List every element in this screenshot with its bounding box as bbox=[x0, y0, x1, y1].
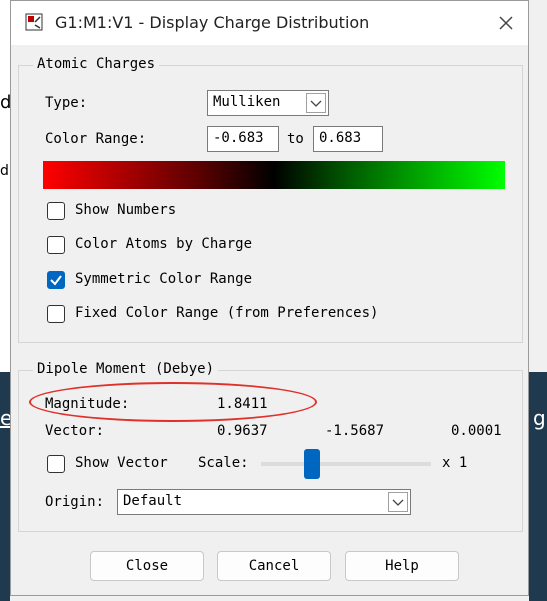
origin-label: Origin: bbox=[45, 494, 105, 510]
type-dropdown[interactable]: Mulliken bbox=[207, 90, 329, 116]
app-icon bbox=[25, 13, 43, 31]
display-charge-dialog: G1:M1:V1 - Display Charge Distribution A… bbox=[10, 0, 529, 596]
color-atoms-by-charge-label: Color Atoms by Charge bbox=[75, 236, 253, 252]
vector-label: Vector: bbox=[45, 423, 105, 439]
symmetric-color-range-label: Symmetric Color Range bbox=[75, 271, 253, 287]
origin-dropdown[interactable]: Default bbox=[117, 489, 411, 515]
cancel-button[interactable]: Cancel bbox=[217, 551, 331, 581]
show-numbers-checkbox[interactable] bbox=[47, 202, 65, 220]
scale-label: Scale: bbox=[198, 455, 249, 471]
chevron-down-icon bbox=[306, 93, 326, 113]
type-value: Mulliken bbox=[213, 94, 281, 110]
annotation-ellipse bbox=[29, 382, 317, 422]
window-title: G1:M1:V1 - Display Charge Distribution bbox=[55, 13, 370, 32]
origin-value: Default bbox=[123, 493, 183, 509]
chevron-down-icon bbox=[388, 492, 408, 512]
scale-slider-track[interactable] bbox=[261, 462, 431, 466]
show-vector-label: Show Vector bbox=[75, 455, 168, 471]
color-gradient-bar bbox=[43, 161, 505, 189]
dipole-moment-group-label: Dipole Moment (Debye) bbox=[33, 361, 219, 377]
color-range-max-input[interactable]: 0.683 bbox=[313, 126, 383, 152]
vector-z-value: 0.0001 bbox=[451, 423, 502, 439]
background-text-fragment: d bbox=[0, 163, 9, 179]
scale-slider-thumb[interactable] bbox=[304, 449, 320, 479]
show-vector-checkbox[interactable] bbox=[47, 455, 65, 473]
atomic-charges-group-label: Atomic Charges bbox=[33, 56, 160, 72]
background-text-fragment: g bbox=[533, 406, 546, 430]
checkmark-icon bbox=[50, 275, 62, 286]
vector-x-value: 0.9637 bbox=[217, 423, 268, 439]
type-label: Type: bbox=[45, 95, 88, 111]
symmetric-color-range-checkbox[interactable] bbox=[47, 271, 65, 289]
title-bar: G1:M1:V1 - Display Charge Distribution bbox=[11, 1, 528, 45]
fixed-color-range-checkbox[interactable] bbox=[47, 305, 65, 323]
vector-y-value: -1.5687 bbox=[325, 423, 385, 439]
scale-suffix: x 1 bbox=[442, 455, 468, 471]
close-button[interactable]: Close bbox=[90, 551, 204, 581]
close-icon[interactable] bbox=[494, 11, 518, 35]
range-to-label: to bbox=[287, 131, 304, 147]
color-range-min-input[interactable]: -0.683 bbox=[207, 126, 279, 152]
help-button[interactable]: Help bbox=[345, 551, 459, 581]
color-atoms-by-charge-checkbox[interactable] bbox=[47, 236, 65, 254]
color-range-label: Color Range: bbox=[45, 131, 147, 147]
fixed-color-range-label: Fixed Color Range (from Preferences) bbox=[75, 305, 379, 321]
show-numbers-label: Show Numbers bbox=[75, 202, 177, 218]
